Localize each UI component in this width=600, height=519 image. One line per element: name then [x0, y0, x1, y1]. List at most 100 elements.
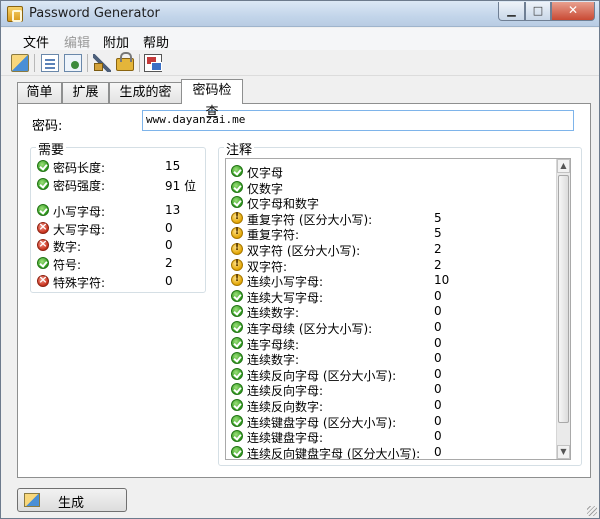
generate-icon — [24, 493, 40, 507]
note-row: 连续反向数字: 0 — [231, 397, 553, 414]
minimize-button[interactable]: ▁ — [498, 2, 525, 21]
requirements-title: 需要 — [36, 139, 67, 158]
scroll-up-icon[interactable]: ▲ — [557, 159, 570, 173]
tab-password-check[interactable]: 密码检查 — [181, 79, 243, 120]
menu-file[interactable]: 文件 — [23, 32, 49, 51]
tab-generated-passwords[interactable]: 生成的密码 — [109, 82, 182, 119]
document-icon[interactable] — [41, 54, 59, 72]
note-row-value: 0 — [434, 335, 442, 350]
error-icon — [37, 220, 49, 234]
close-button[interactable]: ✕ — [551, 2, 595, 21]
note-row-value: 0 — [434, 320, 442, 334]
toolbar-separator — [139, 54, 140, 72]
note-row-value: 0 — [434, 288, 442, 303]
notes-list[interactable]: 仅字母仅数字仅字母和数字重复字符 (区分大小写):5重复字符:5双字符 (区分大… — [225, 158, 571, 460]
requirement-row: 符号: 2 — [37, 255, 201, 272]
scroll-down-icon[interactable]: ▼ — [557, 445, 570, 459]
tab-advanced[interactable]: 扩展 — [62, 82, 109, 103]
scroll-thumb[interactable] — [558, 175, 569, 423]
windows-icon[interactable] — [144, 54, 162, 72]
requirement-row-label: 小写字母: — [53, 205, 106, 220]
window-title: Password Generator — [29, 6, 160, 21]
note-row-value: 10 — [434, 273, 450, 288]
check-icon — [37, 204, 49, 217]
warning-icon — [231, 226, 243, 240]
generate-button[interactable]: 生成 — [17, 488, 127, 512]
lock-icon[interactable] — [116, 52, 134, 71]
requirement-row: 特殊字符: 0 — [37, 273, 201, 290]
menu-extras[interactable]: 附加 — [103, 32, 129, 51]
note-row: 连续大写字母: 0 — [231, 288, 553, 305]
title-bar[interactable]: Password Generator ▁ □ ✕ — [1, 1, 599, 27]
requirement-row: 数字: 0 — [37, 237, 201, 254]
check-icon — [231, 383, 243, 396]
check-icon — [37, 257, 49, 269]
check-icon — [231, 399, 243, 411]
resize-grip[interactable] — [587, 506, 597, 516]
check-icon — [231, 180, 243, 193]
password-check-panel: 密码: www.dayanzai.me 需要 密码长度: 15 密码强度: 91 位小… — [17, 103, 591, 478]
check-icon — [231, 367, 243, 380]
requirement-row-label: 符号: — [53, 258, 82, 272]
menu-help[interactable]: 帮助 — [143, 32, 169, 51]
note-row-value: 0 — [434, 429, 442, 444]
tab-simple[interactable]: 简单 — [17, 82, 62, 103]
note-row: 仅字母 — [231, 163, 553, 180]
requirement-row-value: 13 — [165, 203, 181, 218]
check-icon — [231, 430, 243, 443]
note-row-value: 2 — [434, 242, 442, 256]
warning-icon — [231, 242, 243, 255]
warning-icon — [231, 211, 243, 224]
note-row: 连续数字: 0 — [231, 303, 553, 320]
warning-icon — [231, 273, 243, 287]
note-row-value: 0 — [434, 366, 442, 381]
note-row: 双字符 (区分大小写):2 — [231, 241, 553, 258]
requirement-row-label: 数字: — [53, 240, 82, 255]
note-row: 重复字符 (区分大小写):5 — [231, 210, 553, 227]
check-icon — [231, 321, 243, 333]
requirement-row-value: 15 — [165, 159, 181, 173]
menu-bar: 文件 编辑 附加 帮助 — [1, 28, 599, 51]
app-window: Password Generator ▁ □ ✕ 文件 编辑 附加 帮助 简单 … — [0, 0, 600, 519]
generate-icon[interactable] — [11, 54, 29, 72]
toolbar-separator — [34, 54, 35, 72]
note-row-value: 5 — [434, 226, 442, 241]
note-row-value: 0 — [434, 398, 442, 412]
tools-icon[interactable] — [93, 54, 111, 72]
requirements-group: 需要 密码长度: 15 密码强度: 91 位小写字母: 13 大写字母: 0 数字: 0 符号: 2… — [30, 139, 206, 293]
note-row-value: 5 — [434, 210, 442, 225]
error-icon — [37, 273, 49, 287]
toolbar — [1, 50, 599, 76]
note-row-value: 0 — [434, 304, 442, 319]
requirement-row: 密码长度: 15 — [37, 158, 201, 175]
generate-button-label: 生成 — [58, 496, 85, 511]
requirement-row-value: 2 — [165, 256, 173, 270]
check-icon — [231, 336, 243, 349]
note-row-value: 0 — [434, 351, 442, 366]
check-icon — [37, 160, 49, 172]
menu-edit[interactable]: 编辑 — [64, 32, 90, 51]
password-label: 密码: — [32, 119, 63, 134]
check-icon — [231, 165, 243, 177]
note-row: 连续数字: 0 — [231, 350, 553, 367]
error-icon — [37, 237, 49, 252]
note-row-value: 0 — [434, 413, 442, 428]
notes-title: 注释 — [224, 139, 255, 158]
note-row: 连字母续: 0 — [231, 335, 553, 352]
check-icon — [231, 305, 243, 318]
document-check-icon[interactable] — [64, 54, 82, 72]
note-row: 连续小写字母:10 — [231, 272, 553, 289]
check-icon — [231, 352, 243, 365]
note-row: 连字母续 (区分大小写): 0 — [231, 319, 553, 336]
toolbar-separator — [87, 54, 88, 72]
notes-scrollbar[interactable]: ▲ ▼ — [556, 159, 570, 459]
note-row: 双字符:2 — [231, 257, 553, 274]
note-row: 仅数字 — [231, 179, 553, 196]
note-row: 连续键盘字母 (区分大小写): 0 — [231, 413, 553, 430]
note-row: 连续反向字母: 0 — [231, 381, 553, 398]
note-row-label: 连续反向键盘字母 (区分大小写): — [247, 446, 421, 460]
requirement-row-value: 0 — [165, 238, 173, 253]
check-icon — [37, 177, 49, 190]
requirement-row-value: 0 — [165, 220, 173, 235]
maximize-button[interactable]: □ — [525, 2, 551, 21]
